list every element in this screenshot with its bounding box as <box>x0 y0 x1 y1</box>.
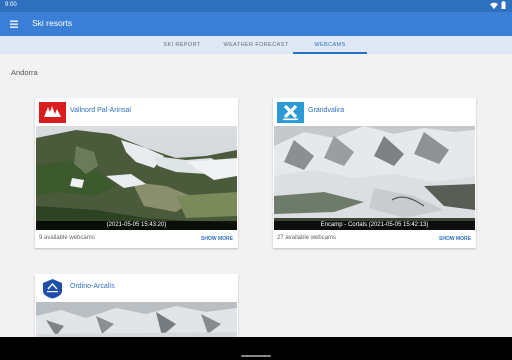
card-header: Vallnord Pal-Arinsal <box>35 98 238 128</box>
webcam-image[interactable]: (2021-05-05 15:43:20) <box>36 126 237 230</box>
webcam-image[interactable]: Encamp - Cortals (2021-05-05 15:42:13) <box>274 126 475 230</box>
card-footer: 9 available webcams SHOW MORE <box>35 232 238 245</box>
menu-icon[interactable] <box>9 18 21 30</box>
battery-icon <box>501 1 506 9</box>
status-icons <box>490 1 506 9</box>
webcam-caption: (2021-05-05 15:43:20) <box>36 221 237 230</box>
resort-card-vallnord[interactable]: Vallnord Pal-Arinsal (2021-05-05 15:43:2… <box>35 98 238 248</box>
home-handle[interactable] <box>241 355 271 357</box>
vallnord-logo <box>39 102 66 123</box>
grandvalira-logo <box>277 102 304 123</box>
card-header: Grandvalira <box>273 98 476 128</box>
wifi-icon <box>490 2 498 9</box>
status-time: 9:00 <box>5 2 17 8</box>
tab-bar: SKI REPORT WEATHER FORECAST WEBCAMS <box>0 36 512 54</box>
show-more-button[interactable]: SHOW MORE <box>439 236 471 242</box>
card-header: Ordino-Arcalís <box>35 274 238 304</box>
resort-card-grandvalira[interactable]: Grandvalira Encamp - Cortals (2021-05-05… <box>273 98 476 248</box>
resort-card-ordino-arcalis[interactable]: Ordino-Arcalís <box>35 274 238 344</box>
app-bar: Ski resorts <box>0 12 512 36</box>
system-nav-bar <box>0 337 512 360</box>
resort-name[interactable]: Ordino-Arcalís <box>70 283 115 290</box>
tab-ski-report[interactable]: SKI REPORT <box>145 36 219 54</box>
show-more-button[interactable]: SHOW MORE <box>201 236 233 242</box>
app-title: Ski resorts <box>32 18 73 28</box>
resort-name[interactable]: Vallnord Pal-Arinsal <box>70 107 131 114</box>
webcam-photo <box>36 126 237 230</box>
webcam-photo <box>274 126 475 230</box>
resort-name[interactable]: Grandvalira <box>308 107 344 114</box>
card-footer: 27 available webcams SHOW MORE <box>273 232 476 245</box>
region-title: Andorra <box>11 68 38 77</box>
tab-weather-forecast[interactable]: WEATHER FORECAST <box>219 36 293 54</box>
webcam-count: 27 available webcams <box>277 235 337 241</box>
webcam-caption: Encamp - Cortals (2021-05-05 15:42:13) <box>274 221 475 230</box>
status-bar: 9:00 <box>0 0 512 12</box>
ordino-arcalis-logo <box>39 278 66 299</box>
tab-webcams[interactable]: WEBCAMS <box>293 36 367 54</box>
webcam-count: 9 available webcams <box>39 235 95 241</box>
